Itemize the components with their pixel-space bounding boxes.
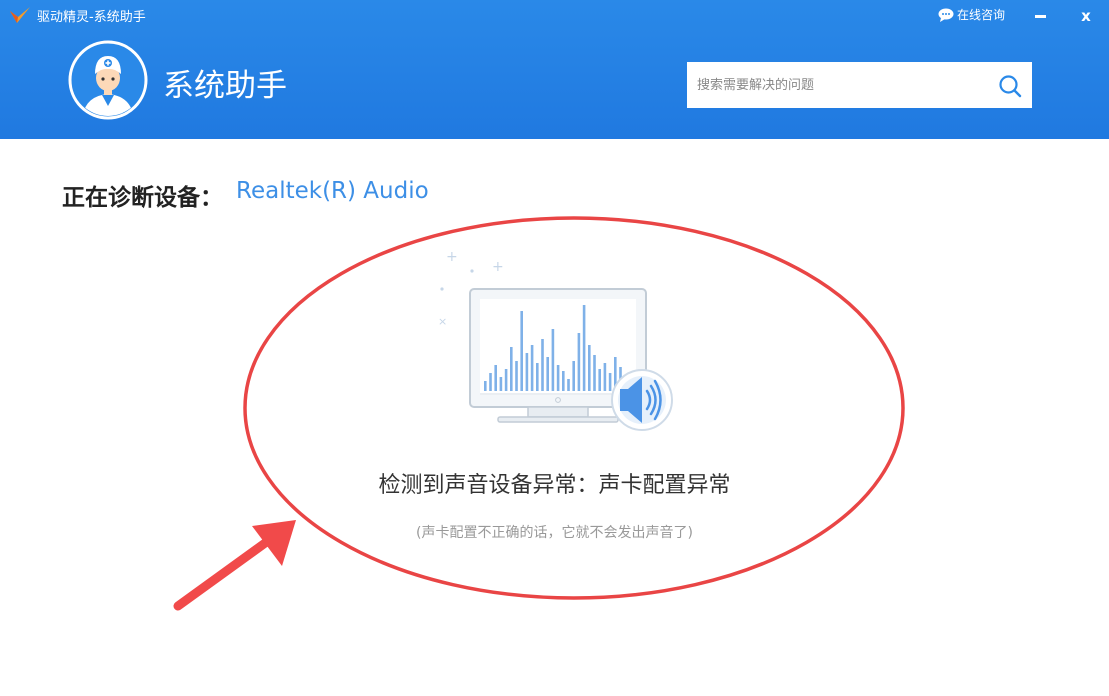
page-title: 系统助手: [163, 68, 287, 104]
result-title: 检测到声音设备异常：声卡配置异常: [0, 467, 1109, 499]
equalizer-bar: [499, 377, 503, 391]
online-consult-button[interactable]: 在线咨询: [938, 6, 1005, 23]
equalizer-bar: [541, 339, 544, 391]
app-title: 驱动精灵-系统助手: [37, 10, 146, 25]
result-subtitle: (声卡配置不正确的话，它就不会发出声音了): [416, 525, 693, 541]
doctor-avatar-icon: [68, 40, 148, 120]
equalizer-bar: [608, 373, 612, 391]
search-input[interactable]: [697, 75, 987, 95]
svg-text:+: +: [492, 259, 504, 275]
equalizer-bar: [484, 381, 487, 391]
search-box: [687, 62, 1032, 108]
equalizer-bar: [577, 333, 581, 391]
audio-monitor-illustration-icon: + + ×: [438, 249, 673, 431]
minimize-button[interactable]: [1028, 6, 1052, 26]
equalizer-bar: [510, 347, 513, 391]
equalizer-bar: [556, 365, 560, 391]
equalizer-bar: [582, 305, 586, 391]
equalizer-bar: [567, 379, 570, 391]
equalizer-bar: [536, 363, 539, 391]
search-icon[interactable]: [997, 73, 1023, 99]
online-consult-label: 在线咨询: [957, 8, 1006, 22]
equalizer-bar: [504, 369, 508, 391]
header-bar: 驱动精灵-系统助手 在线咨询 x 系统助手 搜索需要解决的问题: [0, 0, 1109, 139]
equalizer-bar: [489, 373, 492, 391]
chat-bubble-icon: [938, 8, 954, 22]
app-logo-icon: [10, 7, 30, 23]
svg-text:+: +: [446, 249, 458, 265]
diagnosis-label: 正在诊断设备：: [62, 185, 223, 211]
result-title-text: 检测到声音设备异常：声卡配置异常: [378, 473, 731, 498]
title-bar: 驱动精灵-系统助手 在线咨询 x: [0, 0, 1109, 32]
equalizer-bar: [551, 329, 555, 391]
equalizer-bar: [603, 363, 607, 391]
equalizer-bar: [598, 369, 601, 391]
equalizer-bar: [572, 361, 575, 391]
close-button[interactable]: x: [1074, 4, 1098, 28]
equalizer-bar: [530, 345, 534, 391]
equalizer-bar: [588, 345, 591, 391]
equalizer-bar: [562, 371, 565, 391]
equalizer-bar: [515, 361, 518, 391]
equalizer-bar: [525, 353, 529, 391]
minimize-icon: [1035, 15, 1046, 18]
equalizer-bar: [520, 311, 523, 391]
svg-text:×: ×: [438, 315, 447, 328]
device-name: Realtek(R) Audio: [236, 178, 429, 204]
equalizer-bar: [546, 357, 549, 391]
equalizer-bar: [593, 355, 596, 391]
equalizer-bar: [494, 365, 497, 391]
